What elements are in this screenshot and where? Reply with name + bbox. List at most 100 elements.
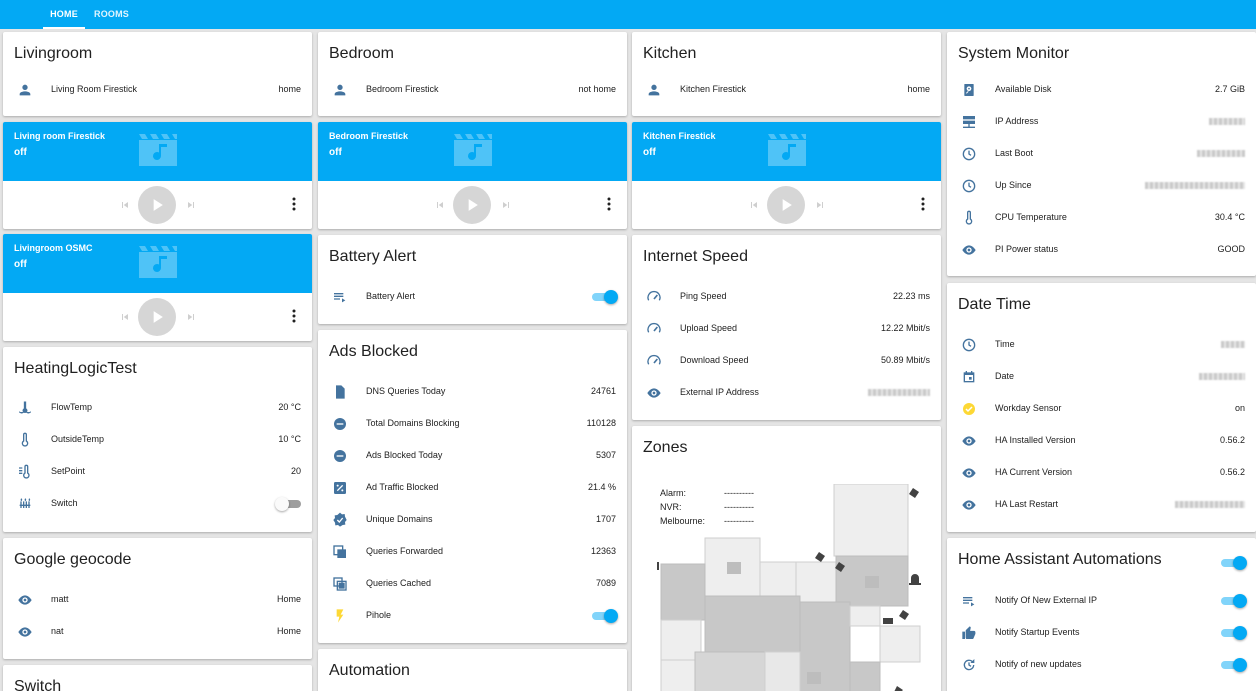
movie-music-icon — [139, 134, 177, 166]
entity-row[interactable]: Queries Cached 7089 — [318, 568, 627, 600]
more-vert-icon[interactable] — [921, 197, 925, 211]
file-document-icon — [336, 385, 345, 399]
entity-label: DNS Queries Today — [366, 386, 446, 396]
skip-previous-icon[interactable] — [748, 199, 760, 211]
automation-toggle[interactable] — [1221, 658, 1247, 672]
entity-row[interactable]: Download Speed 50.89 Mbit/s — [632, 345, 941, 377]
entity-state: 2.7 GiB — [1214, 84, 1245, 94]
entity-row[interactable]: PI Power status GOOD — [947, 234, 1256, 266]
entity-label: Kitchen Firestick — [680, 84, 747, 94]
entity-row[interactable]: SetPoint 20 — [3, 456, 312, 488]
media-header[interactable]: Bedroom Firestick off — [318, 122, 627, 181]
entity-row[interactable]: Living Room Firestick home — [3, 74, 312, 106]
more-vert-icon[interactable] — [292, 309, 296, 323]
entity-row[interactable]: HA Last Restart — [947, 489, 1256, 521]
entity-row[interactable]: Last Boot — [947, 138, 1256, 170]
minus-circle-icon — [334, 450, 346, 462]
entity-row[interactable]: Notify Startup Events — [947, 617, 1256, 649]
percent-box-icon — [334, 482, 346, 494]
skip-next-icon[interactable] — [814, 199, 826, 211]
play-button[interactable] — [138, 186, 176, 224]
entity-row[interactable]: CPU Temperature 30.4 °C — [947, 202, 1256, 234]
entity-row[interactable]: HA Current Version 0.56.2 — [947, 457, 1256, 489]
entity-label: Download Speed — [680, 355, 749, 365]
media-header[interactable]: Living room Firestick off — [3, 122, 312, 181]
entity-row[interactable]: nat Home — [3, 616, 312, 648]
entity-row[interactable]: Unique Domains 1707 — [318, 504, 627, 536]
person-icon — [19, 84, 31, 96]
entity-row[interactable]: Time — [947, 329, 1256, 361]
entity-label: Time — [995, 339, 1015, 349]
more-vert-icon[interactable] — [607, 197, 611, 211]
person-icon — [648, 84, 660, 96]
entity-row[interactable]: HA Installed Version 0.56.2 — [947, 425, 1256, 457]
entity-row[interactable]: Switch — [3, 488, 312, 520]
skip-previous-icon[interactable] — [119, 199, 131, 211]
skip-previous-icon[interactable] — [119, 311, 131, 323]
entity-row[interactable]: Battery Alert — [318, 281, 627, 313]
entity-row[interactable]: FlowTemp 20 °C — [3, 392, 312, 424]
skip-next-icon[interactable] — [500, 199, 512, 211]
entity-state: 12363 — [590, 546, 616, 556]
entity-row[interactable]: Notify of new updates — [947, 649, 1256, 681]
skip-next-icon[interactable] — [185, 199, 197, 211]
redacted-value — [1197, 148, 1245, 158]
entity-label: nat — [51, 626, 64, 636]
entity-row[interactable]: Total Domains Blocking 110128 — [318, 408, 627, 440]
media-header[interactable]: Livingroom OSMC off — [3, 234, 312, 293]
group-toggle[interactable] — [1221, 556, 1247, 570]
entity-row[interactable]: DNS Queries Today 24761 — [318, 376, 627, 408]
entity-state: GOOD — [1217, 244, 1245, 254]
entity-row[interactable]: Date — [947, 361, 1256, 393]
heating-card: HeatingLogicTest FlowTemp 20 °C OutsideT… — [3, 347, 312, 532]
pihole-toggle[interactable] — [592, 609, 618, 623]
media-header[interactable]: Kitchen Firestick off — [632, 122, 941, 181]
more-vert-icon[interactable] — [292, 197, 296, 211]
check-decagram-icon — [333, 512, 347, 527]
entity-row[interactable]: Workday Sensor on — [947, 393, 1256, 425]
entity-row[interactable]: Ping Speed 22.23 ms — [632, 281, 941, 313]
play-button[interactable] — [138, 298, 176, 336]
entity-label: Switch — [51, 498, 78, 508]
entity-row[interactable]: OutsideTemp 10 °C — [3, 424, 312, 456]
card-title: Livingroom — [14, 45, 93, 62]
entity-row[interactable]: Pihole — [318, 600, 627, 632]
entity-row[interactable]: Up Since — [947, 170, 1256, 202]
battery-alert-toggle[interactable] — [592, 290, 618, 304]
entity-row[interactable]: Ad Traffic Blocked 21.4 % — [318, 472, 627, 504]
play-icon — [153, 199, 163, 211]
entity-row[interactable]: Queries Forwarded 12363 — [318, 536, 627, 568]
card-title: Battery Alert — [329, 248, 417, 265]
play-button[interactable] — [767, 186, 805, 224]
skip-next-icon[interactable] — [185, 311, 197, 323]
switch-toggle[interactable] — [275, 497, 301, 511]
entity-row[interactable]: IP Address — [947, 106, 1256, 138]
automations-card: Home Assistant Automations Notify Of New… — [947, 538, 1256, 691]
media-controls — [3, 293, 312, 341]
zones-card: Zones Alarm: ---------- NVR: ---------- Me… — [632, 426, 941, 691]
entity-row[interactable]: Available Disk 2.7 GiB — [947, 74, 1256, 106]
media-name: Living room Firestick — [14, 131, 106, 141]
tab-rooms[interactable]: ROOMS — [94, 0, 129, 29]
entity-row[interactable]: Ads Blocked Today 5307 — [318, 440, 627, 472]
bedroom-card: Bedroom Bedroom Firestick not home — [318, 32, 627, 116]
entity-row[interactable]: Upload Speed 12.22 Mbit/s — [632, 313, 941, 345]
play-button[interactable] — [453, 186, 491, 224]
entity-row[interactable]: Bedroom Firestick not home — [318, 74, 627, 106]
entity-row[interactable]: Notify Of New External IP — [947, 585, 1256, 617]
entity-row[interactable]: matt Home — [3, 584, 312, 616]
floorplan-map[interactable] — [657, 484, 935, 691]
redacted-value — [1221, 339, 1245, 349]
tab-home[interactable]: HOME — [43, 0, 85, 29]
automation-toggle[interactable] — [1221, 626, 1247, 640]
automation-toggle[interactable] — [1221, 594, 1247, 608]
entity-row[interactable]: Kitchen Firestick home — [632, 74, 941, 106]
skip-previous-icon[interactable] — [434, 199, 446, 211]
media-controls — [318, 181, 627, 229]
entity-row[interactable]: External IP Address — [632, 377, 941, 409]
eye-icon — [962, 436, 976, 446]
entity-label: HA Current Version — [995, 467, 1073, 477]
entity-state: 7089 — [595, 578, 616, 588]
system-monitor-card: System Monitor Available Disk 2.7 GiB IP… — [947, 32, 1256, 276]
clock-icon — [962, 147, 976, 161]
